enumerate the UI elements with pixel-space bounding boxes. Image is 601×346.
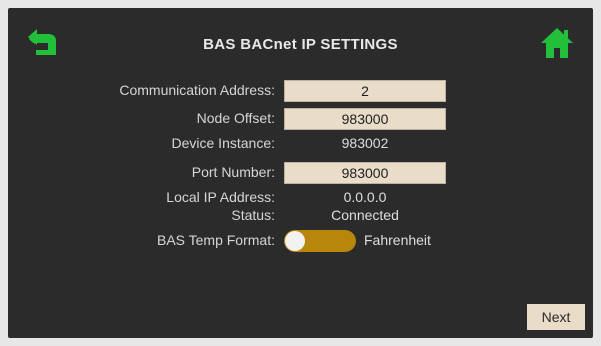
- row-temp-format: BAS Temp Format: Fahrenheit: [8, 230, 593, 252]
- node-offset-label: Node Offset:: [196, 110, 275, 126]
- port-number-field[interactable]: 983000: [284, 162, 446, 184]
- status-label: Status:: [231, 207, 275, 223]
- settings-screen: BAS BACnet IP SETTINGS Communication Add…: [8, 8, 593, 338]
- status-value: Connected: [331, 207, 399, 223]
- port-number-label: Port Number:: [191, 164, 275, 180]
- home-button[interactable]: [539, 26, 575, 60]
- next-button[interactable]: Next: [527, 304, 585, 330]
- communication-address-field[interactable]: 2: [284, 80, 446, 102]
- row-device-instance: Device Instance: 983002: [8, 133, 593, 155]
- row-communication-address: Communication Address: 2: [8, 80, 593, 102]
- row-node-offset: Node Offset: 983000: [8, 108, 593, 130]
- temp-format-label: BAS Temp Format:: [156, 232, 275, 248]
- temp-format-value: Fahrenheit: [364, 232, 431, 248]
- node-offset-field[interactable]: 983000: [284, 108, 446, 130]
- home-icon: [541, 28, 573, 58]
- local-ip-value: 0.0.0.0: [343, 189, 387, 205]
- communication-address-label: Communication Address:: [119, 82, 275, 98]
- device-instance-value: 983002: [341, 135, 389, 151]
- row-port-number: Port Number: 983000: [8, 162, 593, 184]
- temp-format-toggle[interactable]: [284, 230, 356, 252]
- toggle-knob: [285, 231, 305, 251]
- local-ip-label: Local IP Address:: [166, 189, 275, 205]
- row-status: Status: Connected: [8, 205, 593, 227]
- device-instance-label: Device Instance:: [171, 135, 276, 151]
- page-title: BAS BACnet IP SETTINGS: [203, 36, 398, 53]
